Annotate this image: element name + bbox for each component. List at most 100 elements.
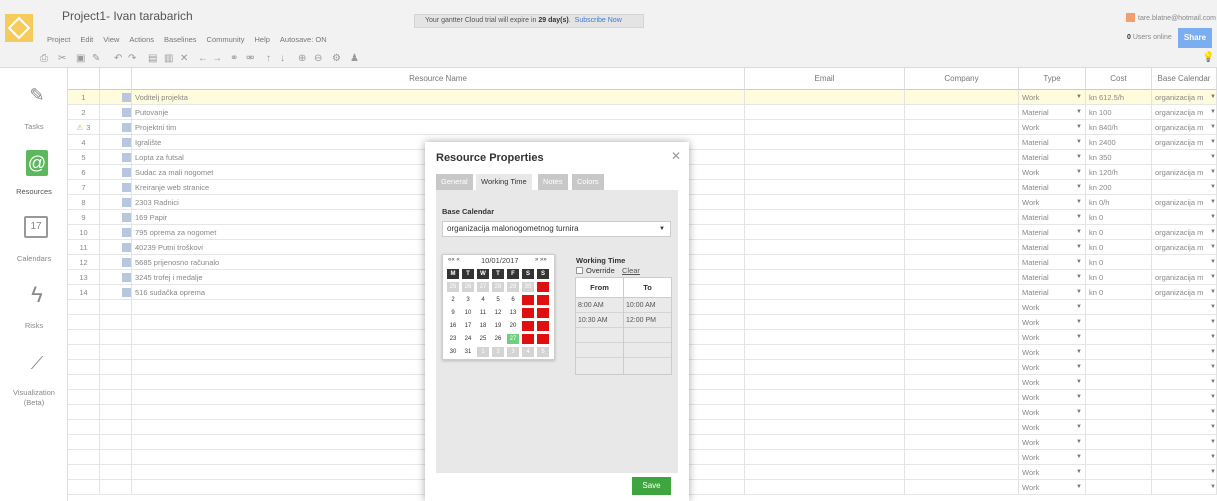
dropdown-arrow-icon[interactable]: ▼ <box>1076 315 1082 330</box>
dropdown-arrow-icon[interactable]: ▼ <box>1210 255 1216 270</box>
type-cell[interactable]: Material ▼ <box>1019 150 1086 165</box>
gantter-logo[interactable] <box>5 14 33 42</box>
type-cell[interactable]: Work ▼ <box>1019 315 1086 330</box>
sidebar-item-calendars[interactable]: Calendars <box>0 254 68 263</box>
calendar-day[interactable]: 20 <box>507 321 519 331</box>
header-email[interactable]: Email <box>745 68 905 90</box>
subscribe-link[interactable]: Subscribe Now <box>575 17 622 24</box>
company-cell[interactable] <box>905 330 1019 345</box>
dropdown-arrow-icon[interactable]: ▼ <box>1076 285 1082 300</box>
calendar-day[interactable]: 26 <box>492 334 504 344</box>
base-calendar-cell[interactable]: organizacija m ▼ <box>1152 165 1217 180</box>
type-cell[interactable]: Work ▼ <box>1019 480 1086 495</box>
outdent-icon[interactable]: ← <box>198 53 208 65</box>
close-icon[interactable]: ✕ <box>671 149 681 163</box>
calendar-day[interactable]: 1 <box>537 282 549 292</box>
dropdown-arrow-icon[interactable]: ▼ <box>1076 330 1082 345</box>
dropdown-arrow-icon[interactable]: ▼ <box>1210 90 1216 105</box>
calendar-day[interactable]: 30 <box>447 347 459 357</box>
base-calendar-cell[interactable]: ▼ <box>1152 450 1217 465</box>
dropdown-arrow-icon[interactable]: ▼ <box>1076 180 1082 195</box>
sidebar-item-resources[interactable]: Resources <box>0 187 68 196</box>
indicator-cell[interactable] <box>100 300 132 315</box>
calendar-prev-nav[interactable]: «« « <box>448 257 460 263</box>
email-cell[interactable] <box>745 90 905 105</box>
row-number-cell[interactable]: 11 <box>68 240 100 255</box>
calendar-day[interactable]: 18 <box>477 321 489 331</box>
base-calendar-cell[interactable]: ▼ <box>1152 210 1217 225</box>
calendar-day[interactable]: 8 <box>537 295 549 305</box>
email-cell[interactable] <box>745 360 905 375</box>
header-cost[interactable]: Cost <box>1086 68 1152 90</box>
indicator-cell[interactable] <box>100 390 132 405</box>
cost-cell[interactable]: kn 0 <box>1086 225 1152 240</box>
calendar-day[interactable]: 15 <box>537 308 549 318</box>
email-cell[interactable] <box>745 450 905 465</box>
link-icon[interactable]: ⚭ <box>230 53 238 65</box>
calendar-day[interactable]: 21 <box>522 321 534 331</box>
email-cell[interactable] <box>745 270 905 285</box>
company-cell[interactable] <box>905 135 1019 150</box>
time-from-cell[interactable]: 10:30 AM <box>576 313 623 328</box>
time-from-cell[interactable] <box>576 343 623 358</box>
dropdown-arrow-icon[interactable]: ▼ <box>1076 240 1082 255</box>
type-cell[interactable]: Work ▼ <box>1019 195 1086 210</box>
row-number-cell[interactable]: 9 <box>68 210 100 225</box>
calendar-day[interactable]: 22 <box>537 321 549 331</box>
email-cell[interactable] <box>745 345 905 360</box>
calendar-day[interactable]: 5 <box>492 295 504 305</box>
calendar-day[interactable]: 10 <box>462 308 474 318</box>
dropdown-arrow-icon[interactable]: ▼ <box>1210 225 1216 240</box>
calendar-day[interactable]: 25 <box>447 282 459 292</box>
base-calendar-cell[interactable]: organizacija m ▼ <box>1152 225 1217 240</box>
dropdown-arrow-icon[interactable]: ▼ <box>1210 405 1216 420</box>
calendar-day[interactable]: 27 <box>477 282 489 292</box>
dropdown-arrow-icon[interactable]: ▼ <box>1210 435 1216 450</box>
dropdown-arrow-icon[interactable]: ▼ <box>1210 360 1216 375</box>
email-cell[interactable] <box>745 240 905 255</box>
redo-icon[interactable]: ↷ <box>128 53 136 65</box>
dropdown-arrow-icon[interactable]: ▼ <box>1210 195 1216 210</box>
email-cell[interactable] <box>745 195 905 210</box>
dropdown-arrow-icon[interactable]: ▼ <box>1210 450 1216 465</box>
cost-cell[interactable]: kn 0 <box>1086 285 1152 300</box>
base-calendar-cell[interactable]: ▼ <box>1152 180 1217 195</box>
indicator-cell[interactable] <box>100 450 132 465</box>
email-cell[interactable] <box>745 420 905 435</box>
calendar-day[interactable]: 14 <box>522 308 534 318</box>
cost-cell[interactable] <box>1086 360 1152 375</box>
email-cell[interactable] <box>745 375 905 390</box>
dropdown-arrow-icon[interactable]: ▼ <box>1210 375 1216 390</box>
company-cell[interactable] <box>905 435 1019 450</box>
indicator-cell[interactable] <box>100 480 132 495</box>
row-number-cell[interactable]: 10 <box>68 225 100 240</box>
type-cell[interactable]: Work ▼ <box>1019 375 1086 390</box>
dropdown-arrow-icon[interactable]: ▼ <box>1210 480 1216 495</box>
dropdown-arrow-icon[interactable]: ▼ <box>1210 210 1216 225</box>
cost-cell[interactable]: kn 840/h <box>1086 120 1152 135</box>
row-number-cell[interactable]: 5 <box>68 150 100 165</box>
lightning-icon[interactable]: ϟ <box>22 282 52 308</box>
dropdown-arrow-icon[interactable]: ▼ <box>1210 315 1216 330</box>
indicator-cell[interactable] <box>100 465 132 480</box>
email-cell[interactable] <box>745 480 905 495</box>
dropdown-arrow-icon[interactable]: ▼ <box>1210 120 1216 135</box>
row-number-cell[interactable] <box>68 390 100 405</box>
row-number-cell[interactable] <box>68 360 100 375</box>
user-avatar[interactable] <box>1126 13 1135 22</box>
header-company[interactable]: Company <box>905 68 1019 90</box>
save-button[interactable]: Save <box>632 477 671 495</box>
row-number-cell[interactable] <box>68 405 100 420</box>
dropdown-arrow-icon[interactable]: ▼ <box>1076 405 1082 420</box>
dropdown-arrow-icon[interactable]: ▼ <box>1076 300 1082 315</box>
dropdown-arrow-icon[interactable]: ▼ <box>1210 345 1216 360</box>
cut-icon[interactable]: ✂ <box>58 53 66 65</box>
sidebar-item-tasks[interactable]: Tasks <box>0 122 68 131</box>
company-cell[interactable] <box>905 300 1019 315</box>
lightbulb-icon[interactable]: 💡 <box>1202 52 1214 63</box>
company-cell[interactable] <box>905 375 1019 390</box>
indicator-cell[interactable] <box>100 375 132 390</box>
type-cell[interactable]: Work ▼ <box>1019 450 1086 465</box>
company-cell[interactable] <box>905 120 1019 135</box>
company-cell[interactable] <box>905 405 1019 420</box>
